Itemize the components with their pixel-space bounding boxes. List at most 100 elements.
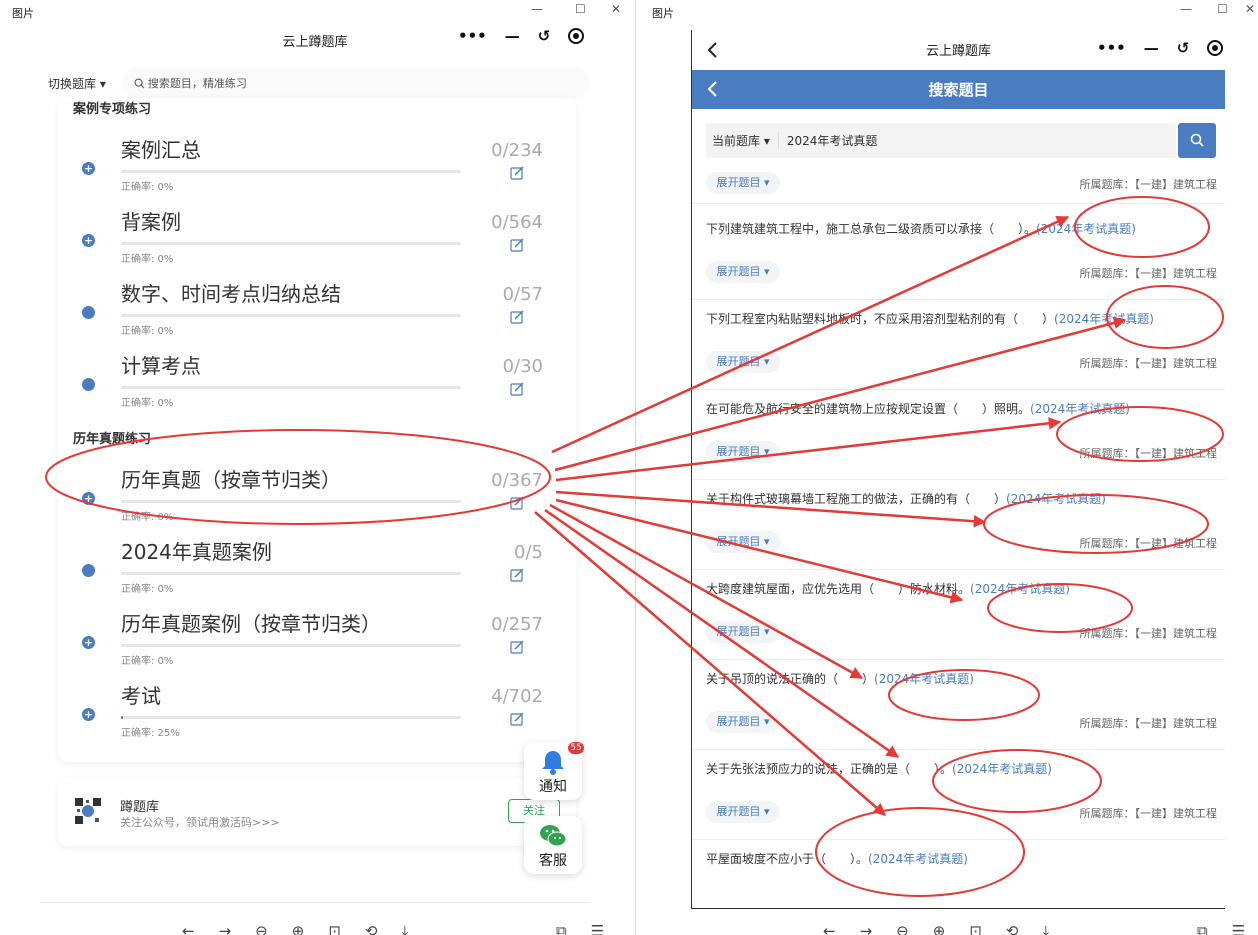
practice-item[interactable]: + 案例汇总 正确率: 0% 0/234 bbox=[58, 124, 576, 196]
edit-icon[interactable] bbox=[510, 238, 524, 252]
next-icon[interactable]: → bbox=[219, 922, 232, 935]
edit-icon[interactable] bbox=[510, 640, 524, 654]
copy-icon[interactable]: ⧉ bbox=[556, 922, 567, 935]
question-item[interactable]: 下列建筑建筑工程中，施工总承包二级资质可以承接（ ）。(2024年考试真题) 展开… bbox=[692, 210, 1225, 300]
expand-question-button[interactable]: 展开题目 ▾ bbox=[706, 801, 780, 823]
download-icon[interactable]: ⤓ bbox=[401, 922, 408, 935]
practice-item[interactable]: 数字、时间考点归纳总结 正确率: 0% 0/57 bbox=[58, 268, 576, 340]
exam-year-tag[interactable]: (2024年考试真题) bbox=[1006, 492, 1106, 506]
question-item[interactable]: 关于吊顶的说法正确的（ ）(2024年考试真题) 展开题目 ▾ 所属题库：【一建】建… bbox=[692, 660, 1225, 750]
progress-count: 0/367 bbox=[491, 470, 543, 491]
question-stem: 大跨度建筑屋面，应优先选用（ ）防水材料。 bbox=[706, 582, 971, 596]
prev-icon[interactable]: ← bbox=[182, 922, 195, 935]
copy-icon[interactable]: ⧉ bbox=[1197, 922, 1208, 935]
scope-select[interactable]: 当前题库 ▾ bbox=[706, 132, 779, 149]
edit-icon[interactable] bbox=[510, 568, 524, 582]
edit-icon[interactable] bbox=[510, 166, 524, 180]
record-icon[interactable] bbox=[1207, 40, 1224, 56]
window-divider bbox=[635, 0, 636, 935]
customer-service-button[interactable]: 客服 bbox=[524, 816, 582, 874]
question-stem: 关于先张法预应力的说法，正确的是（ ）。 bbox=[706, 762, 953, 776]
practice-item[interactable]: + 历年真题（按章节归类） 正确率: 0% 0/367 bbox=[58, 454, 576, 526]
expand-question-button[interactable]: 展开题目 ▾ bbox=[706, 441, 780, 463]
progress-count: 0/5 bbox=[514, 542, 543, 563]
expand-plus-icon[interactable]: + bbox=[82, 234, 95, 247]
practice-item-name: 背案例 bbox=[121, 210, 181, 234]
more-icon[interactable]: ••• bbox=[1097, 39, 1126, 57]
maximize-button[interactable]: ☐ bbox=[1217, 2, 1228, 16]
practice-item[interactable]: 2024年真题案例 正确率: 0% 0/5 bbox=[58, 526, 576, 598]
question-item[interactable]: 平屋面坡度不应小于（ ）。(2024年考试真题) bbox=[692, 840, 1225, 908]
rotate-icon[interactable]: ⟲ bbox=[1006, 922, 1019, 935]
close-button[interactable]: ✕ bbox=[611, 2, 621, 16]
question-item[interactable]: 大跨度建筑屋面，应优先选用（ ）防水材料。(2024年考试真题) 展开题目 ▾ 所属… bbox=[692, 570, 1225, 660]
more-icon[interactable]: ••• bbox=[458, 27, 487, 45]
page-header: 搜索题目 bbox=[692, 70, 1225, 109]
follow-title: 蹲题库 bbox=[120, 800, 160, 815]
close-button[interactable]: ✕ bbox=[1245, 2, 1255, 16]
edit-icon[interactable] bbox=[510, 712, 524, 726]
expand-plus-icon[interactable]: + bbox=[82, 162, 95, 175]
record-icon[interactable] bbox=[568, 28, 585, 44]
practice-item[interactable]: 计算考点 正确率: 0% 0/30 bbox=[58, 340, 576, 412]
search-button[interactable] bbox=[1178, 123, 1216, 158]
maximize-button[interactable]: ☐ bbox=[575, 2, 586, 16]
zoom-out-icon[interactable]: ⊖ bbox=[896, 922, 909, 935]
exam-year-tag[interactable]: (2024年考试真题) bbox=[1036, 222, 1136, 236]
question-item[interactable]: 下列工程室内粘贴塑料地板时，不应采用溶剂型粘剂的有（ ）(2024年考试真题) 展… bbox=[692, 300, 1225, 390]
expand-plus-icon[interactable]: + bbox=[82, 492, 95, 505]
question-bank-label: 所属题库：【一建】建筑工程 bbox=[1079, 178, 1218, 191]
next-icon[interactable]: → bbox=[860, 922, 873, 935]
question-item[interactable]: 关于先张法预应力的说法，正确的是（ ）。(2024年考试真题) 展开题目 ▾ 所属题… bbox=[692, 750, 1225, 840]
back-icon[interactable] bbox=[706, 79, 718, 99]
practice-item[interactable]: + 历年真题案例（按章节归类） 正确率: 0% 0/257 bbox=[58, 598, 576, 670]
expand-plus-icon[interactable]: + bbox=[82, 708, 95, 721]
progress-count: 0/30 bbox=[502, 356, 543, 377]
minimize-button[interactable]: — bbox=[1180, 2, 1192, 16]
zoom-out-icon[interactable]: ⊖ bbox=[255, 922, 268, 935]
bell-icon bbox=[542, 751, 564, 775]
expand-question-button[interactable]: 展开题目 ▾ bbox=[706, 711, 780, 733]
expand-question-button[interactable]: 展开题目 ▾ bbox=[706, 261, 780, 283]
expand-question-button[interactable]: 展开题目 ▾ bbox=[706, 172, 780, 194]
expand-plus-icon[interactable]: + bbox=[82, 636, 95, 649]
exam-year-tag[interactable]: (2024年考试真题) bbox=[1054, 312, 1154, 326]
practice-item[interactable]: + 背案例 正确率: 0% 0/564 bbox=[58, 196, 576, 268]
menu-icon[interactable]: ☰ bbox=[1232, 922, 1245, 935]
expand-question-button[interactable]: 展开题目 ▾ bbox=[706, 351, 780, 373]
rotate-icon[interactable]: ⟲ bbox=[365, 922, 378, 935]
menu-icon[interactable]: ☰ bbox=[591, 922, 604, 935]
restore-icon[interactable]: ↺ bbox=[538, 27, 551, 45]
bullet-dot-icon bbox=[82, 378, 95, 391]
practice-item[interactable]: + 考试 正确率: 25% 4/702 bbox=[58, 670, 576, 742]
divider bbox=[692, 203, 1225, 204]
zoom-in-icon[interactable]: ⊕ bbox=[292, 922, 305, 935]
expand-question-button[interactable]: 展开题目 ▾ bbox=[706, 531, 780, 553]
search-input[interactable]: 2024年考试真题 bbox=[779, 132, 878, 149]
switch-bank-button[interactable]: 切换题库 ▾ bbox=[48, 75, 106, 92]
minimize-button[interactable]: — bbox=[531, 2, 543, 16]
exam-year-tag[interactable]: (2024年考试真题) bbox=[874, 672, 974, 686]
minimize-icon[interactable]: — bbox=[1144, 39, 1159, 57]
wechat-icon bbox=[540, 825, 567, 847]
minimize-icon[interactable]: — bbox=[505, 27, 520, 45]
prev-icon[interactable]: ← bbox=[823, 922, 836, 935]
restore-icon[interactable]: ↺ bbox=[1177, 39, 1190, 57]
question-item[interactable]: 在可能危及航行安全的建筑物上应按规定设置（ ）照明。(2024年考试真题) 展开题… bbox=[692, 390, 1225, 480]
exam-year-tag[interactable]: (2024年考试真题) bbox=[1030, 402, 1130, 416]
exam-year-tag[interactable]: (2024年考试真题) bbox=[952, 762, 1052, 776]
question-item[interactable]: 关于构件式玻璃幕墙工程施工的做法，正确的有（ ）(2024年考试真题) 展开题目 … bbox=[692, 480, 1225, 570]
zoom-in-icon[interactable]: ⊕ bbox=[933, 922, 946, 935]
exam-year-tag[interactable]: (2024年考试真题) bbox=[868, 852, 968, 866]
actual-size-icon[interactable]: ⊡ bbox=[969, 922, 982, 935]
edit-icon[interactable] bbox=[510, 382, 524, 396]
expand-question-button[interactable]: 展开题目 ▾ bbox=[706, 621, 780, 643]
edit-icon[interactable] bbox=[510, 310, 524, 324]
follow-card[interactable]: 蹲题库 关注公众号，领试用激活码>>> 关注 bbox=[58, 778, 576, 846]
actual-size-icon[interactable]: ⊡ bbox=[328, 922, 341, 935]
exam-year-tag[interactable]: (2024年考试真题) bbox=[970, 582, 1070, 596]
edit-icon[interactable] bbox=[510, 496, 524, 510]
bullet-dot-icon bbox=[82, 306, 95, 319]
download-icon[interactable]: ⤓ bbox=[1042, 922, 1049, 935]
search-input[interactable]: 搜索题目，精准练习 bbox=[121, 67, 590, 99]
